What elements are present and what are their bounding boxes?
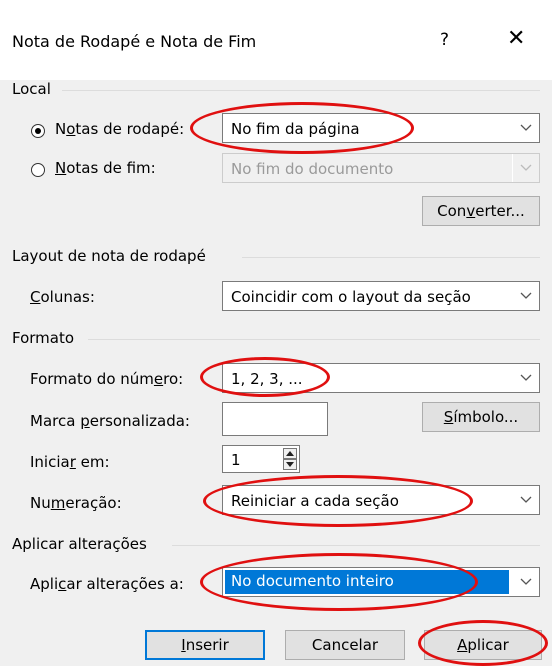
start-at-value: 1 (231, 451, 241, 469)
symbol-button[interactable]: Símbolo... (422, 402, 540, 432)
start-at-label: Iniciar em: (30, 453, 110, 471)
chevron-down-icon (512, 568, 539, 596)
numbering-label: Numeração: (30, 494, 122, 512)
chevron-down-icon (512, 282, 539, 310)
section-local-header: Local (12, 80, 51, 98)
apply-to-value: No documento inteiro (231, 572, 394, 590)
chevron-down-icon (512, 114, 539, 142)
number-format-label: Formato do número: (30, 370, 184, 388)
divider (62, 90, 540, 91)
endnotes-radio[interactable] (31, 163, 45, 177)
section-format-header: Formato (12, 329, 75, 347)
endnotes-position-value: No fim do documento (231, 160, 394, 178)
dialog-title: Nota de Rodapé e Nota de Fim (12, 32, 257, 51)
chevron-down-icon (512, 364, 539, 392)
custom-mark-label: Marca personalizada: (30, 412, 190, 430)
custom-mark-input[interactable] (222, 402, 328, 436)
apply-button[interactable]: Aplicar (424, 630, 542, 660)
divider (172, 545, 540, 546)
cancel-button[interactable]: Cancelar (285, 630, 405, 660)
footnotes-label: Notas de rodapé: (55, 120, 185, 138)
convert-button[interactable]: Con v erter... (422, 196, 540, 226)
endnotes-position-select[interactable]: No fim do documento (222, 153, 540, 183)
stepper-up-icon[interactable] (283, 448, 297, 459)
endnotes-label: Notas de fim: (55, 159, 156, 177)
columns-value: Coincidir com o layout da seção (231, 288, 471, 306)
number-format-value: 1, 2, 3, ... (231, 370, 303, 388)
chevron-down-icon (512, 486, 539, 514)
numbering-select[interactable]: Reiniciar a cada seção (222, 485, 540, 515)
numbering-value: Reiniciar a cada seção (231, 492, 399, 510)
start-at-stepper[interactable]: 1 (222, 445, 300, 473)
chevron-down-icon (512, 154, 539, 182)
divider (88, 339, 540, 340)
help-icon[interactable]: ? (440, 30, 449, 50)
footnotes-radio[interactable] (31, 124, 45, 138)
apply-to-label: Aplicar alterações a: (30, 575, 184, 593)
footnotes-position-select[interactable]: No fim da página (222, 113, 540, 143)
apply-to-select[interactable]: No documento inteiro (222, 567, 540, 597)
footnotes-position-value: No fim da página (231, 120, 360, 138)
section-apply-header: Aplicar alterações (12, 535, 147, 553)
columns-label: Colunas: (30, 288, 95, 306)
close-icon[interactable]: ✕ (507, 26, 525, 51)
section-layout-header: Layout de nota de rodapé (12, 247, 206, 265)
insert-button[interactable]: Inserir (145, 630, 265, 660)
columns-select[interactable]: Coincidir com o layout da seção (222, 281, 540, 311)
stepper-down-icon[interactable] (283, 459, 297, 470)
number-format-select[interactable]: 1, 2, 3, ... (222, 363, 540, 393)
divider (242, 257, 540, 258)
